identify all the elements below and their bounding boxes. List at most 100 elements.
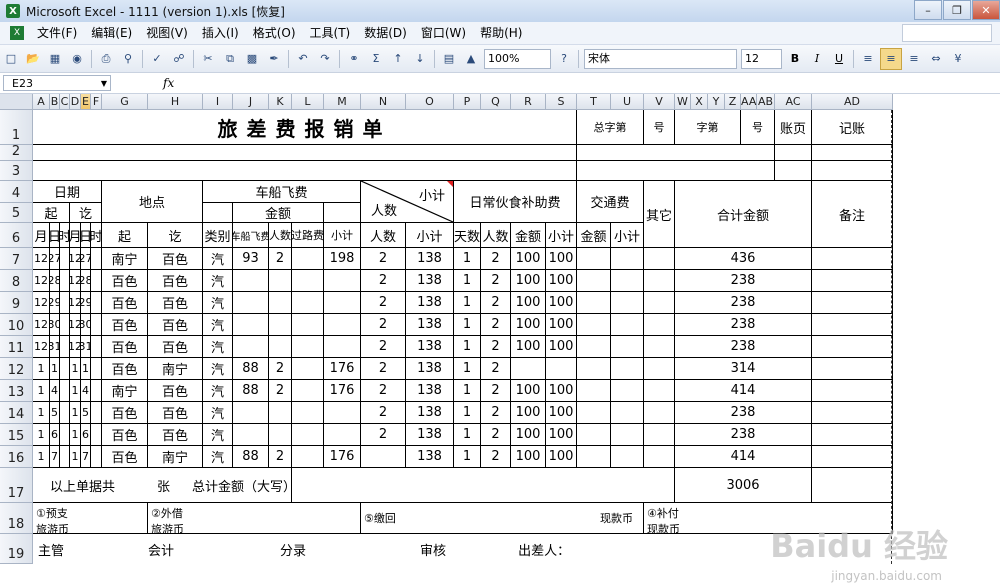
underline-button[interactable]: U <box>829 49 849 69</box>
data-cell[interactable] <box>611 446 644 468</box>
data-cell[interactable]: 5 <box>81 402 91 424</box>
redo-icon[interactable]: ↷ <box>315 49 335 69</box>
data-cell[interactable] <box>611 380 644 402</box>
column-header-E[interactable]: E <box>81 94 91 110</box>
print-icon[interactable]: ⎙ <box>96 49 116 69</box>
menu-file[interactable]: 文件(F) <box>30 23 84 43</box>
data-cell[interactable]: 27 <box>50 248 60 270</box>
data-cell[interactable] <box>91 292 102 314</box>
column-header-AB[interactable]: AB <box>757 94 775 110</box>
label-zhangye[interactable]: 账页 <box>775 110 812 145</box>
data-cell[interactable] <box>611 424 644 446</box>
subheader-6[interactable]: 起 <box>102 223 148 248</box>
menu-window[interactable]: 窗口(W) <box>414 23 473 43</box>
row-header-12[interactable]: 12 <box>0 358 33 380</box>
row-header-14[interactable]: 14 <box>0 402 33 424</box>
data-cell[interactable] <box>546 358 577 380</box>
data-cell[interactable] <box>577 248 611 270</box>
data-cell[interactable]: 30 <box>81 314 91 336</box>
data-cell[interactable]: 2 <box>481 358 511 380</box>
data-cell[interactable] <box>644 380 675 402</box>
total-cell[interactable]: 238 <box>675 336 812 358</box>
open-icon[interactable]: 📂 <box>23 49 43 69</box>
column-header-B[interactable]: B <box>50 94 60 110</box>
data-cell[interactable] <box>611 292 644 314</box>
data-cell[interactable] <box>644 248 675 270</box>
column-header-H[interactable]: H <box>148 94 203 110</box>
column-header-Q[interactable]: Q <box>481 94 511 110</box>
menu-help[interactable]: 帮助(H) <box>473 23 529 43</box>
data-cell[interactable]: 南宁 <box>102 380 148 402</box>
column-header-N[interactable]: N <box>361 94 406 110</box>
header-didian[interactable]: 地点 <box>102 181 203 223</box>
subheader-0[interactable]: 月 <box>33 223 50 248</box>
research-icon[interactable]: ☍ <box>169 49 189 69</box>
data-cell[interactable]: 2 <box>361 270 406 292</box>
data-cell[interactable]: 百色 <box>102 424 148 446</box>
data-cell[interactable] <box>292 380 324 402</box>
data-cell[interactable]: 4 <box>81 380 91 402</box>
fx-icon[interactable]: fx <box>163 76 174 90</box>
data-cell[interactable]: 1 <box>70 380 81 402</box>
data-cell[interactable] <box>292 292 324 314</box>
data-cell[interactable]: 12 <box>70 336 81 358</box>
data-cell[interactable]: 100 <box>546 402 577 424</box>
total-cell[interactable]: 314 <box>675 358 812 380</box>
drawing-icon[interactable]: ▲ <box>461 49 481 69</box>
save-icon[interactable]: ▦ <box>45 49 65 69</box>
data-cell[interactable]: 28 <box>50 270 60 292</box>
subheader-1[interactable]: 日 <box>50 223 60 248</box>
subheader-11[interactable]: 过路费 <box>292 223 324 248</box>
header-qi[interactable]: 起 <box>33 203 70 223</box>
data-cell[interactable] <box>292 270 324 292</box>
subheader-5[interactable]: 时 <box>91 223 102 248</box>
bold-button[interactable]: B <box>785 49 805 69</box>
data-cell[interactable]: 2 <box>269 380 292 402</box>
data-cell[interactable] <box>60 446 70 468</box>
total-cell[interactable]: 414 <box>675 446 812 468</box>
row-header-4[interactable]: 4 <box>0 181 33 203</box>
data-cell[interactable]: 2 <box>361 424 406 446</box>
data-cell[interactable]: 5 <box>50 402 60 424</box>
data-cell[interactable]: 100 <box>546 380 577 402</box>
data-cell[interactable]: 2 <box>361 292 406 314</box>
data-cell[interactable]: 1 <box>454 380 481 402</box>
cut-icon[interactable]: ✂ <box>198 49 218 69</box>
column-header-T[interactable]: T <box>577 94 611 110</box>
data-cell[interactable] <box>324 314 361 336</box>
subheader-18[interactable]: 小计 <box>546 223 577 248</box>
data-cell[interactable]: 百色 <box>102 358 148 380</box>
cell[interactable] <box>812 145 893 161</box>
data-cell[interactable]: 1 <box>454 336 481 358</box>
data-cell[interactable]: 百色 <box>148 402 203 424</box>
data-cell[interactable]: 1 <box>454 446 481 468</box>
row-header-2[interactable]: 2 <box>0 144 33 161</box>
data-cell[interactable] <box>611 248 644 270</box>
data-cell[interactable]: 88 <box>233 380 269 402</box>
data-cell[interactable]: 176 <box>324 380 361 402</box>
column-header-Z[interactable]: Z <box>725 94 741 110</box>
name-box[interactable]: E23 ▼ <box>3 75 111 91</box>
data-cell[interactable]: 百色 <box>148 424 203 446</box>
data-cell[interactable]: 7 <box>50 446 60 468</box>
column-header-M[interactable]: M <box>324 94 361 110</box>
data-cell[interactable]: 88 <box>233 446 269 468</box>
row-header-1[interactable]: 1 <box>0 110 33 145</box>
data-cell[interactable]: 1 <box>70 358 81 380</box>
data-cell[interactable] <box>324 402 361 424</box>
row-header-3[interactable]: 3 <box>0 161 33 181</box>
remark-cell[interactable] <box>812 424 893 446</box>
data-cell[interactable]: 100 <box>546 424 577 446</box>
data-cell[interactable]: 138 <box>406 292 454 314</box>
menu-data[interactable]: 数据(D) <box>357 23 414 43</box>
format-painter-icon[interactable]: ✒ <box>264 49 284 69</box>
data-cell[interactable]: 100 <box>546 270 577 292</box>
data-cell[interactable] <box>292 248 324 270</box>
data-cell[interactable] <box>611 270 644 292</box>
data-cell[interactable]: 1 <box>454 314 481 336</box>
currency-icon[interactable]: ¥ <box>948 49 968 69</box>
label-jizhang[interactable]: 记账 <box>812 110 893 145</box>
data-cell[interactable] <box>611 358 644 380</box>
data-cell[interactable] <box>91 358 102 380</box>
data-cell[interactable]: 1 <box>81 358 91 380</box>
